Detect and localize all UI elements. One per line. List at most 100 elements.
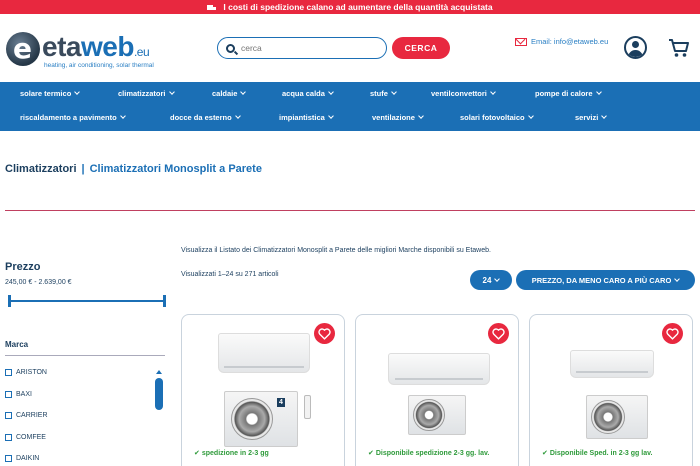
breadcrumb: Climatizzatori | Climatizzatori Monosplit … xyxy=(5,163,262,175)
chevron-down-icon xyxy=(674,276,681,282)
brand-filter-divider xyxy=(5,355,165,356)
user-icon[interactable] xyxy=(624,36,647,59)
checkbox[interactable] xyxy=(5,390,12,398)
energy-badge: 4 xyxy=(277,398,285,407)
email-contact[interactable]: Email: info@etaweb.eu xyxy=(515,37,608,46)
section-divider xyxy=(5,210,695,211)
site-logo[interactable]: e etaweb.eu heating, air conditioning, s… xyxy=(4,30,164,74)
chevron-down-icon xyxy=(240,89,247,95)
shipping-promo-bar: I costi di spedizione calano ad aumentar… xyxy=(0,0,700,14)
chevron-down-icon xyxy=(234,113,241,119)
results-count: Visualizzati 1–24 su 271 articoli xyxy=(181,271,279,278)
checkbox[interactable] xyxy=(5,455,12,462)
chevron-down-icon xyxy=(328,113,334,119)
main-nav: solare termico climatizzatori caldaie ac… xyxy=(0,82,700,131)
site-header: e etaweb.eu heating, air conditioning, s… xyxy=(0,14,700,82)
email-icon xyxy=(515,37,527,46)
product-card[interactable]: ✔ Disponibile spedizione 2-3 gg. lav. xyxy=(355,314,519,466)
email-text: Email: info@etaweb.eu xyxy=(531,37,609,46)
chevron-down-icon xyxy=(418,113,424,119)
chevron-down-icon xyxy=(391,89,397,95)
brand-filter-list: ARISTON BAXI CARRIER COMFEE DAIKIN xyxy=(5,369,48,466)
search-icon xyxy=(226,43,235,53)
brand-option[interactable]: DAIKIN xyxy=(5,455,48,466)
brand-option[interactable]: COMFEE xyxy=(5,433,48,456)
nav-item-ventilazione[interactable]: ventilazione xyxy=(372,113,424,122)
heart-icon xyxy=(492,327,505,340)
logo-tagline: heating, air conditioning, solar thermal xyxy=(44,62,154,69)
nav-item-caldaie[interactable]: caldaie xyxy=(212,89,247,98)
chevron-down-icon xyxy=(527,113,534,119)
truck-icon xyxy=(207,4,217,11)
price-slider-min-handle[interactable] xyxy=(8,295,11,307)
checkbox[interactable] xyxy=(5,369,12,376)
remote-control-image xyxy=(304,395,311,419)
product-image-indoor-unit xyxy=(570,350,654,378)
nav-item-solare-termico[interactable]: solare termico xyxy=(20,89,81,98)
chevron-down-icon xyxy=(119,113,126,119)
check-icon: ✔ xyxy=(194,450,200,457)
chevron-down-icon xyxy=(595,89,602,95)
product-image-indoor-unit xyxy=(388,353,490,385)
brand-list-scrollbar[interactable] xyxy=(155,370,163,410)
brand-option[interactable]: CARRIER xyxy=(5,412,48,434)
nav-item-solari-fotovoltaico[interactable]: solari fotovoltaico xyxy=(460,113,534,122)
stock-status: ✔ spedizione in 2-3 gg xyxy=(194,450,269,457)
chevron-down-icon xyxy=(168,89,175,95)
search-box xyxy=(217,37,387,59)
nav-item-servizi[interactable]: servizi xyxy=(575,113,608,122)
category-intro: Visualizza il Listato dei Climatizzatori… xyxy=(181,247,491,254)
product-card[interactable]: ✔ Disponibile Sped. in 2-3 gg lav. xyxy=(529,314,693,466)
chevron-down-icon xyxy=(601,113,608,119)
price-filter-title: Prezzo xyxy=(5,261,41,273)
product-image-outdoor-unit: 4 xyxy=(224,391,298,447)
check-icon: ✔ xyxy=(368,450,374,457)
nav-item-docce-da-esterno[interactable]: docce da esterno xyxy=(170,113,241,122)
brand-filter-title: Marca xyxy=(5,340,29,349)
price-slider-max-handle[interactable] xyxy=(163,295,166,307)
price-slider[interactable] xyxy=(8,295,166,307)
brand-option[interactable]: ARISTON xyxy=(5,369,48,391)
fan-icon xyxy=(231,398,273,440)
fan-icon xyxy=(591,400,625,434)
sort-select[interactable]: PREZZO, DA MENO CARO A PIÙ CARO xyxy=(516,270,695,290)
nav-item-impiantistica[interactable]: impiantistica xyxy=(279,113,334,122)
stock-status: ✔ Disponibile spedizione 2-3 gg. lav. xyxy=(368,450,490,457)
breadcrumb-separator: | xyxy=(81,163,85,175)
shipping-promo-text: I costi di spedizione calano ad aumentar… xyxy=(223,2,493,12)
chevron-down-icon xyxy=(494,276,501,282)
wishlist-button[interactable] xyxy=(662,323,683,344)
price-range-label: 245,00 € - 2.639,00 € xyxy=(5,279,72,286)
stock-status: ✔ Disponibile Sped. in 2-3 gg lav. xyxy=(542,450,653,457)
scrollbar-thumb[interactable] xyxy=(155,378,163,410)
product-image-outdoor-unit xyxy=(408,395,466,435)
logo-mark: e xyxy=(6,32,40,66)
nav-item-ventilconvettori[interactable]: ventilconvettori xyxy=(431,89,496,98)
nav-item-stufe[interactable]: stufe xyxy=(370,89,397,98)
wishlist-button[interactable] xyxy=(314,323,335,344)
nav-item-riscaldamento-a-pavimento[interactable]: riscaldamento a pavimento xyxy=(20,113,126,122)
product-image-outdoor-unit xyxy=(586,395,648,439)
checkbox[interactable] xyxy=(5,433,12,441)
heart-icon xyxy=(318,327,331,340)
search-input[interactable] xyxy=(241,43,371,53)
breadcrumb-parent[interactable]: Climatizzatori xyxy=(5,163,77,175)
cart-icon[interactable] xyxy=(668,38,690,58)
fan-icon xyxy=(413,399,445,431)
search-button[interactable]: CERCA xyxy=(392,37,450,59)
scroll-up-icon[interactable] xyxy=(156,370,162,374)
per-page-select[interactable]: 24 xyxy=(470,270,512,290)
check-icon: ✔ xyxy=(542,450,548,457)
nav-item-acqua-calda[interactable]: acqua calda xyxy=(282,89,334,98)
product-image-indoor-unit xyxy=(218,333,310,373)
chevron-down-icon xyxy=(490,89,496,95)
brand-option[interactable]: BAXI xyxy=(5,390,48,413)
wishlist-button[interactable] xyxy=(488,323,509,344)
chevron-down-icon xyxy=(328,89,334,95)
checkbox[interactable] xyxy=(5,412,12,419)
nav-item-pompe-di-calore[interactable]: pompe di calore xyxy=(535,89,602,98)
product-card[interactable]: 4 ✔ spedizione in 2-3 gg xyxy=(181,314,345,466)
chevron-down-icon xyxy=(74,89,81,95)
heart-icon xyxy=(666,327,679,340)
nav-item-climatizzatori[interactable]: climatizzatori xyxy=(118,89,175,98)
